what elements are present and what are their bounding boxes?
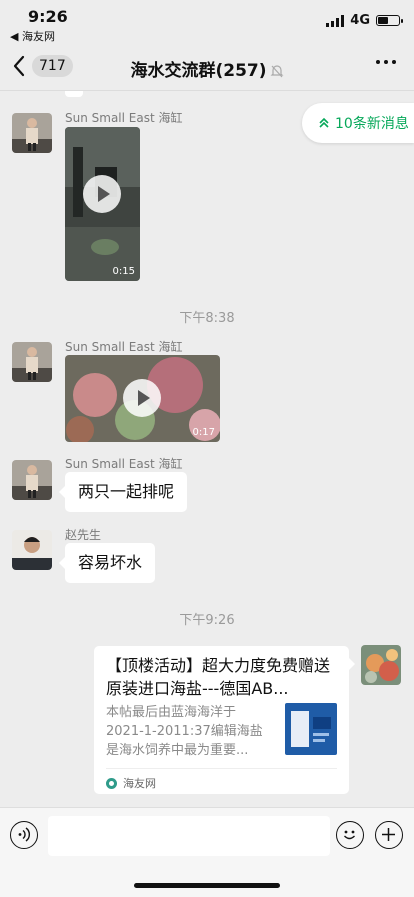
time-divider: 下午8:38 [179, 311, 235, 326]
voice-input-icon[interactable] [10, 821, 38, 849]
time-divider: 下午9:26 [179, 613, 235, 628]
card-source-name: 海友网 [123, 777, 156, 790]
double-chevron-up-icon [319, 117, 329, 128]
chat-title: 海水交流群(257) [0, 56, 414, 81]
emoji-icon[interactable] [336, 821, 364, 849]
sender-name: Sun Small East 海缸 [65, 457, 183, 471]
avatar[interactable] [12, 342, 52, 382]
signal-icon [326, 14, 345, 27]
video-duration: 0:15 [112, 266, 135, 277]
sender-name: Sun Small East 海缸 [65, 111, 183, 125]
my-avatar[interactable] [361, 645, 401, 685]
text-message[interactable]: 两只一起排呢 [58, 472, 188, 512]
shared-link-card[interactable]: 【顶楼活动】超大力度免费赠送原装进口海盐---德国AB... 本帖最后由蓝海海洋… [94, 646, 355, 794]
status-bar: 9:26 ◀ 海友网 4G [0, 0, 414, 44]
new-messages-label: 10条新消息 [335, 116, 409, 132]
status-indicators: 4G [326, 13, 403, 28]
more-actions-plus-icon[interactable] [375, 821, 403, 849]
card-description: 本帖最后由蓝海海洋于2021-1-2011:37编辑海盐是海水饲养中最为重要..… [106, 705, 263, 758]
video-duration: 0:17 [192, 427, 215, 438]
card-thumbnail [285, 703, 337, 755]
avatar[interactable] [12, 113, 52, 153]
video-message[interactable]: 0:17 [65, 355, 220, 442]
chat-header: 717 海水交流群(257) [0, 44, 414, 91]
card-source: 海友网 [106, 768, 337, 791]
chat-title-text: 海水交流群(257) [130, 61, 267, 81]
play-icon[interactable] [123, 379, 161, 417]
more-options-icon[interactable] [376, 60, 396, 64]
partial-message-bubble [65, 91, 83, 97]
message-list[interactable]: 10条新消息 Sun Small East 海缸 0:15 下午8:38 Sun… [0, 91, 414, 807]
avatar[interactable] [12, 530, 52, 570]
play-icon[interactable] [83, 175, 121, 213]
mute-bell-icon [270, 65, 283, 78]
video-message[interactable]: 0:15 [65, 127, 140, 281]
new-messages-button[interactable]: 10条新消息 [302, 103, 414, 143]
home-indicator [134, 883, 280, 888]
back-to-app-link[interactable]: ◀ 海友网 [10, 28, 55, 44]
avatar[interactable] [12, 460, 52, 500]
message-input[interactable] [48, 816, 330, 856]
status-time: 9:26 [28, 7, 68, 26]
text-message[interactable]: 容易坏水 [58, 543, 156, 583]
sender-name: 赵先生 [65, 528, 102, 542]
card-title: 【顶楼活动】超大力度免费赠送原装进口海盐---德国AB... [106, 656, 331, 698]
site-logo-icon [106, 777, 117, 789]
battery-icon [376, 15, 403, 26]
network-type: 4G [350, 13, 370, 28]
input-bar [0, 807, 414, 897]
sender-name: Sun Small East 海缸 [65, 340, 183, 354]
